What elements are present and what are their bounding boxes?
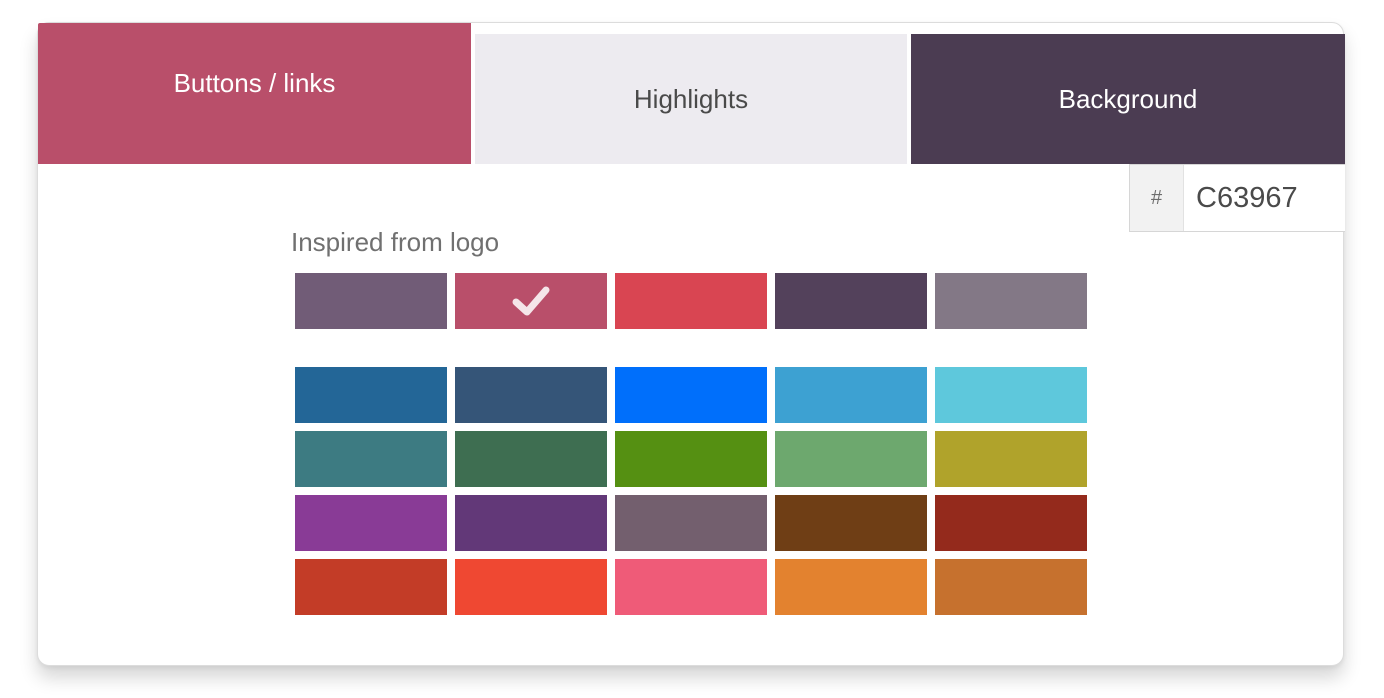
tab-buttons-links[interactable]: Buttons / links bbox=[38, 23, 471, 164]
preset-swatch[interactable] bbox=[775, 559, 927, 615]
preset-swatch[interactable] bbox=[615, 367, 767, 423]
hex-prefix: # bbox=[1130, 165, 1184, 231]
logo-swatch[interactable] bbox=[615, 273, 767, 329]
logo-swatch[interactable] bbox=[935, 273, 1087, 329]
preset-swatch[interactable] bbox=[615, 559, 767, 615]
preset-swatch[interactable] bbox=[775, 495, 927, 551]
logo-swatch[interactable] bbox=[775, 273, 927, 329]
preset-swatch[interactable] bbox=[455, 431, 607, 487]
hex-color-input[interactable] bbox=[1184, 165, 1345, 231]
preset-swatch[interactable] bbox=[615, 495, 767, 551]
preset-swatch[interactable] bbox=[455, 495, 607, 551]
preset-swatch[interactable] bbox=[935, 431, 1087, 487]
color-target-tabs: Buttons / links Highlights Background bbox=[38, 23, 1345, 164]
tab-background[interactable]: Background bbox=[911, 34, 1345, 164]
preset-swatch[interactable] bbox=[295, 431, 447, 487]
preset-swatch[interactable] bbox=[615, 431, 767, 487]
preset-swatch[interactable] bbox=[935, 495, 1087, 551]
logo-palette-label: Inspired from logo bbox=[291, 227, 500, 257]
preset-swatch[interactable] bbox=[775, 431, 927, 487]
check-icon bbox=[512, 286, 550, 316]
tab-highlights-label: Highlights bbox=[633, 83, 749, 114]
preset-swatch[interactable] bbox=[455, 559, 607, 615]
preset-swatch[interactable] bbox=[295, 495, 447, 551]
preset-swatch[interactable] bbox=[775, 367, 927, 423]
hex-color-field: # bbox=[1129, 164, 1345, 232]
preset-palette bbox=[295, 367, 1087, 615]
color-picker-card: Buttons / links Highlights Background # … bbox=[37, 22, 1345, 666]
logo-swatch[interactable] bbox=[295, 273, 447, 329]
preset-swatch[interactable] bbox=[295, 367, 447, 423]
preset-swatch[interactable] bbox=[295, 559, 447, 615]
preset-swatch[interactable] bbox=[935, 367, 1087, 423]
preset-swatch[interactable] bbox=[455, 367, 607, 423]
preset-swatch[interactable] bbox=[935, 559, 1087, 615]
logo-swatch[interactable] bbox=[455, 273, 607, 329]
logo-palette bbox=[295, 273, 1087, 329]
tab-highlights[interactable]: Highlights bbox=[475, 34, 907, 164]
tab-background-label: Background bbox=[1058, 83, 1198, 114]
tab-buttons-links-label: Buttons / links bbox=[173, 68, 336, 98]
